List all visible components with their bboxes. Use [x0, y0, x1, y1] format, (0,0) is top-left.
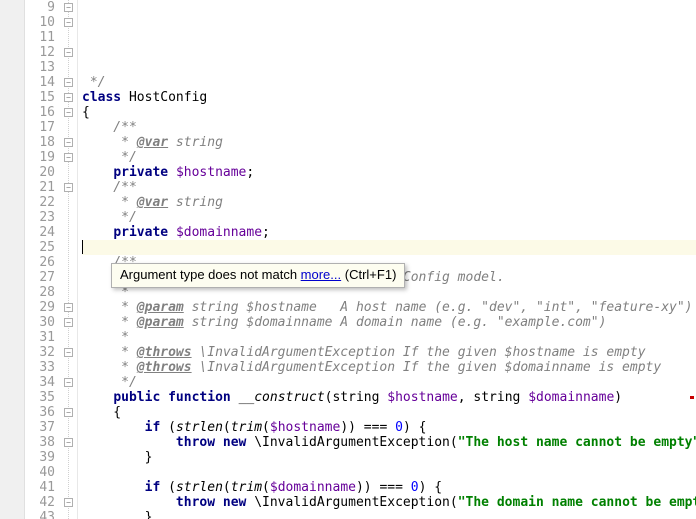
fold-toggle-icon[interactable]: − — [64, 318, 73, 327]
code-line[interactable]: } — [82, 510, 696, 519]
fold-toggle-icon[interactable]: − — [64, 348, 73, 357]
line-number-gutter[interactable]: 9101112131415161718192021222324252627282… — [25, 0, 63, 519]
line-number: 18 — [25, 135, 55, 150]
line-number: 15 — [25, 90, 55, 105]
line-number: 42 — [25, 495, 55, 510]
code-line[interactable]: /** — [82, 120, 696, 135]
line-number: 14 — [25, 75, 55, 90]
code-line[interactable]: * — [82, 330, 696, 345]
line-number: 41 — [25, 480, 55, 495]
code-line[interactable] — [82, 240, 696, 255]
code-line[interactable]: throw new \InvalidArgumentException("The… — [82, 495, 696, 510]
code-line[interactable]: * @var string — [82, 195, 696, 210]
line-number: 16 — [25, 105, 55, 120]
line-number: 39 — [25, 450, 55, 465]
code-line[interactable]: */ — [82, 75, 696, 90]
code-line[interactable]: throw new \InvalidArgumentException("The… — [82, 435, 696, 450]
fold-toggle-icon[interactable]: − — [64, 48, 73, 57]
code-line[interactable]: * @param string $domainname A domain nam… — [82, 315, 696, 330]
code-line[interactable]: * @throws \InvalidArgumentException If t… — [82, 345, 696, 360]
inspection-tooltip: Argument type does not match more... (Ct… — [111, 263, 405, 288]
line-number: 21 — [25, 180, 55, 195]
line-number: 26 — [25, 255, 55, 270]
code-line[interactable]: /** — [82, 180, 696, 195]
code-line[interactable]: */ — [82, 375, 696, 390]
code-line[interactable]: } — [82, 450, 696, 465]
line-number: 30 — [25, 315, 55, 330]
fold-column[interactable]: − − − − − − − − − − − − − − − − — [63, 0, 78, 519]
line-number: 36 — [25, 405, 55, 420]
fold-toggle-icon[interactable]: − — [64, 3, 73, 12]
line-number: 40 — [25, 465, 55, 480]
line-number: 23 — [25, 210, 55, 225]
code-line[interactable]: if (strlen(trim($domainname)) === 0) { — [82, 480, 696, 495]
fold-toggle-icon[interactable]: − — [64, 108, 73, 117]
line-number: 19 — [25, 150, 55, 165]
text-caret — [82, 240, 83, 254]
fold-toggle-icon[interactable]: − — [64, 18, 73, 27]
code-line[interactable]: { — [82, 105, 696, 120]
fold-toggle-icon[interactable]: − — [64, 78, 73, 87]
code-line[interactable]: if (strlen(trim($hostname)) === 0) { — [82, 420, 696, 435]
line-number: 25 — [25, 240, 55, 255]
line-number: 29 — [25, 300, 55, 315]
code-line[interactable]: class HostConfig — [82, 90, 696, 105]
code-line[interactable]: * @param string $hostname A host name (e… — [82, 300, 696, 315]
line-number: 43 — [25, 510, 55, 519]
line-number: 17 — [25, 120, 55, 135]
tooltip-shortcut: (Ctrl+F1) — [345, 267, 397, 282]
fold-toggle-icon[interactable]: − — [64, 93, 73, 102]
line-number: 34 — [25, 375, 55, 390]
line-number: 38 — [25, 435, 55, 450]
tooltip-message: Argument type does not match — [120, 267, 297, 282]
fold-toggle-icon[interactable]: − — [64, 303, 73, 312]
code-line[interactable]: public function __construct(string $host… — [82, 390, 696, 405]
line-number: 11 — [25, 30, 55, 45]
line-number: 37 — [25, 420, 55, 435]
code-line[interactable]: * @throws \InvalidArgumentException If t… — [82, 360, 696, 375]
code-editor[interactable]: 9101112131415161718192021222324252627282… — [0, 0, 696, 519]
line-number: 9 — [25, 0, 55, 15]
code-area[interactable]: */class HostConfig{ /** * @var string */… — [78, 0, 696, 519]
fold-toggle-icon[interactable]: − — [64, 138, 73, 147]
fold-toggle-icon[interactable]: − — [64, 408, 73, 417]
line-number: 12 — [25, 45, 55, 60]
fold-toggle-icon[interactable]: − — [64, 378, 73, 387]
line-number: 10 — [25, 15, 55, 30]
line-number: 27 — [25, 270, 55, 285]
line-number: 22 — [25, 195, 55, 210]
line-number: 20 — [25, 165, 55, 180]
fold-toggle-icon[interactable]: − — [64, 438, 73, 447]
line-number: 35 — [25, 390, 55, 405]
left-margin — [0, 0, 25, 519]
line-number: 33 — [25, 360, 55, 375]
line-number: 32 — [25, 345, 55, 360]
code-line[interactable] — [82, 465, 696, 480]
fold-toggle-icon[interactable]: − — [64, 498, 73, 507]
tooltip-more-link[interactable]: more... — [301, 267, 341, 282]
code-line[interactable]: */ — [82, 150, 696, 165]
fold-toggle-icon[interactable]: − — [64, 183, 73, 192]
code-line[interactable]: private $domainname; — [82, 225, 696, 240]
code-line[interactable]: * @var string — [82, 135, 696, 150]
line-number: 13 — [25, 60, 55, 75]
code-line[interactable]: private $hostname; — [82, 165, 696, 180]
fold-toggle-icon[interactable]: − — [64, 153, 73, 162]
code-line[interactable]: { — [82, 405, 696, 420]
line-number: 24 — [25, 225, 55, 240]
line-number: 31 — [25, 330, 55, 345]
line-number: 28 — [25, 285, 55, 300]
code-line[interactable]: */ — [82, 210, 696, 225]
